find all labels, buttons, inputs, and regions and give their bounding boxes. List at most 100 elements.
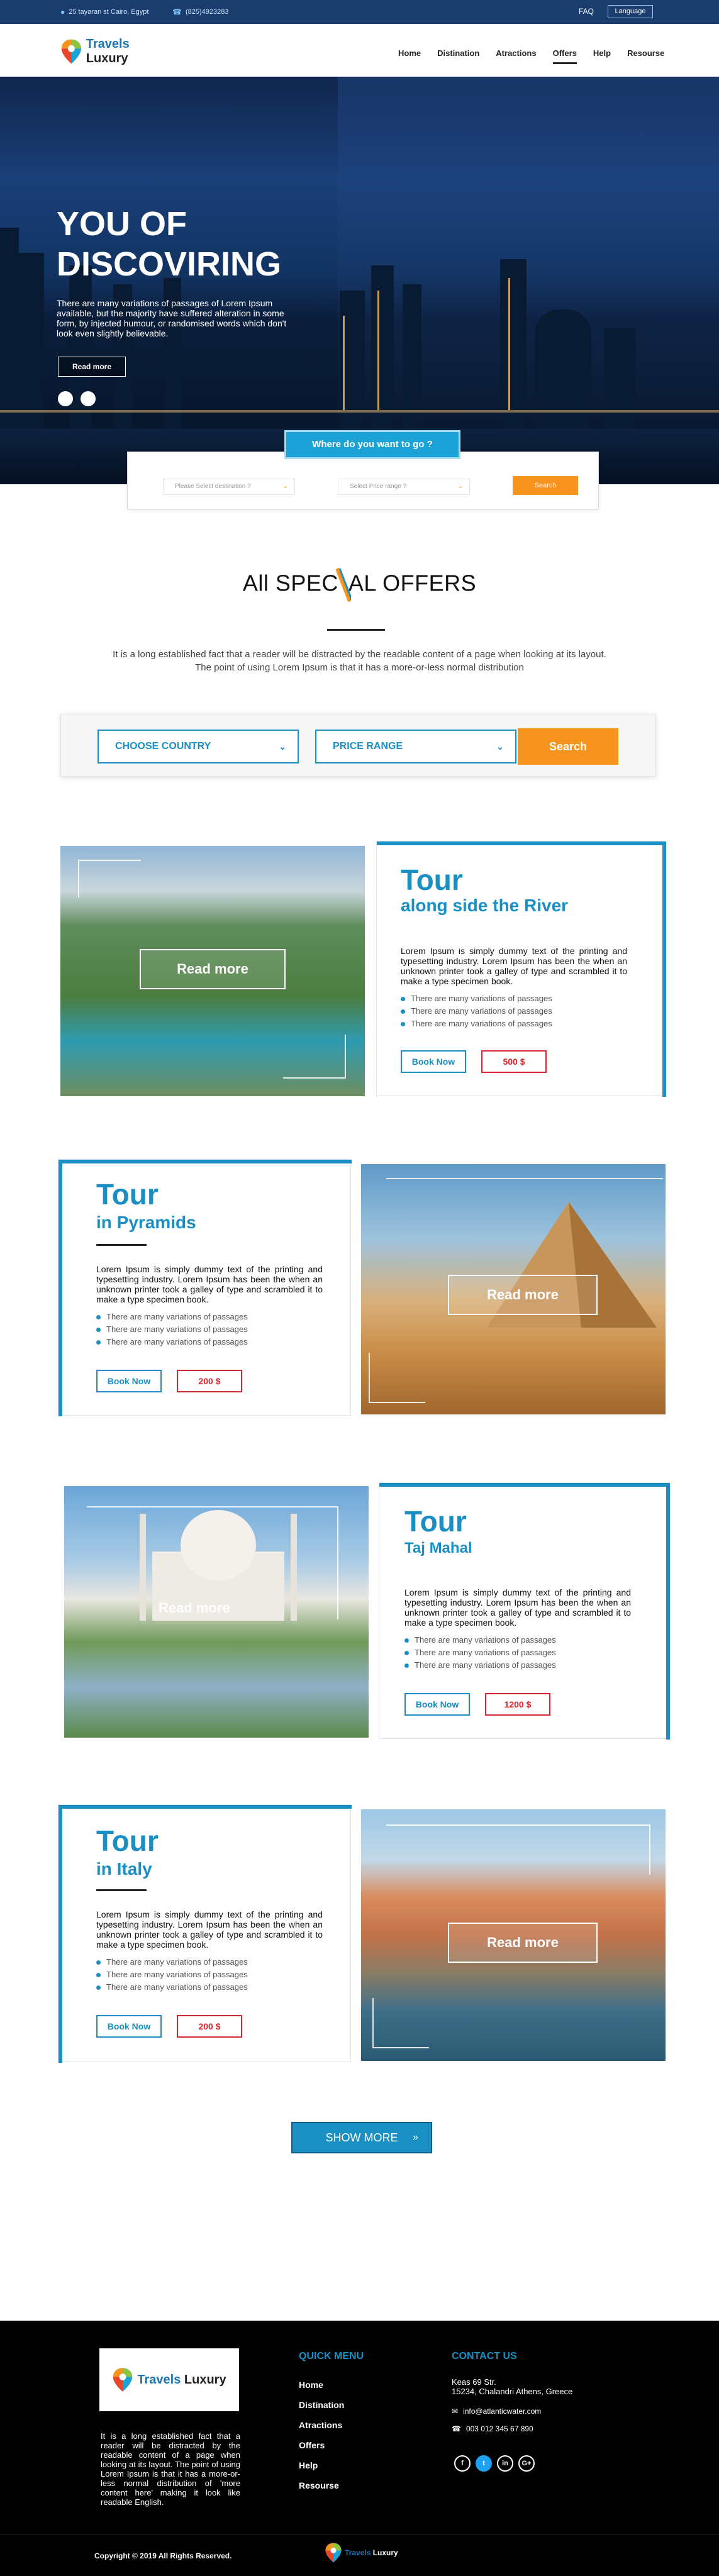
faq-link[interactable]: FAQ [579, 7, 594, 16]
logo-pin-icon [61, 39, 81, 64]
footer-logo[interactable]: Travels Luxury [99, 2348, 239, 2411]
quick-menu-list: Home Distination Atractions Offers Help … [299, 2380, 344, 2501]
nav-item-atractions[interactable]: Atractions [488, 48, 544, 63]
footer-link-help[interactable]: Help [299, 2460, 344, 2480]
chevron-down-icon: ⌄ [457, 483, 463, 490]
footer-divider [0, 2534, 719, 2535]
price-badge: 200 $ [177, 2015, 242, 2038]
tour-description: Lorem Ipsum is simply dummy text of the … [96, 1909, 323, 1950]
nav-menu: Home Distination Atractions Offers Help … [390, 48, 672, 64]
tour-pyramids-image[interactable]: Read more [361, 1164, 666, 1414]
tour-bullet-list: There are many variations of passages Th… [96, 1956, 248, 1994]
tour-subtitle: in Pyramids [96, 1213, 196, 1232]
phone-item: ☎ (825)4923283 [172, 8, 228, 16]
twitter-icon[interactable]: t [476, 2455, 492, 2472]
logo-pin-icon [113, 2368, 133, 2392]
linkedin-icon[interactable]: in [497, 2455, 513, 2472]
list-item: There are many variations of passages [96, 1981, 248, 1994]
tour-description: Lorem Ipsum is simply dummy text of the … [96, 1264, 323, 1304]
tour-read-more-button[interactable]: Read more [140, 949, 286, 989]
destination-select[interactable]: Please Select destination ? ⌄ [163, 479, 295, 495]
tour-card-taj-mahal: Tour Taj Mahal Lorem Ipsum is simply dum… [379, 1482, 670, 1740]
show-more-button[interactable]: SHOW MORE » [291, 2122, 432, 2153]
contact-heading: CONTACT US [452, 2351, 517, 2362]
nav-item-offers[interactable]: Offers [545, 48, 585, 64]
address-item: ● 25 tayaran st Cairo, Egypt [60, 8, 148, 16]
offers-filter-bar: CHOOSE COUNTRY ⌄ PRICE RANGE ⌄ Search [60, 714, 656, 777]
price-range-select[interactable]: PRICE RANGE ⌄ [315, 730, 516, 763]
list-item: There are many variations of passages [96, 1336, 248, 1348]
footer-link-home[interactable]: Home [299, 2380, 344, 2400]
tour-taj-mahal-image[interactable]: Read more [64, 1486, 369, 1738]
nav-item-help[interactable]: Help [585, 48, 619, 63]
footer-link-distination[interactable]: Distination [299, 2400, 344, 2420]
list-item: There are many variations of passages [96, 1323, 248, 1336]
price-range-select[interactable]: Select Price range ? ⌄ [338, 479, 470, 495]
location-pin-icon: ● [60, 8, 65, 16]
double-chevron-down-icon: » [413, 2132, 418, 2143]
choose-country-select[interactable]: CHOOSE COUNTRY ⌄ [98, 730, 299, 763]
list-item: There are many variations of passages [96, 1968, 248, 1981]
slider-dot-1[interactable] [58, 391, 73, 406]
list-item: There are many variations of passages [401, 992, 552, 1005]
list-item: There are many variations of passages [401, 1018, 552, 1030]
price-badge: 1200 $ [485, 1693, 550, 1716]
hero-title: YOU OF DISCOVIRING [57, 205, 282, 283]
tour-description: Lorem Ipsum is simply dummy text of the … [401, 946, 627, 986]
tour-read-more-button[interactable]: Read more [448, 1923, 598, 1963]
hero-read-more-button[interactable]: Read more [58, 357, 126, 377]
offers-description: It is a long established fact that a rea… [113, 649, 606, 673]
slider-dot-2[interactable] [81, 391, 96, 406]
facebook-icon[interactable]: f [454, 2455, 471, 2472]
footer-about-text: It is a long established fact that a rea… [101, 2431, 240, 2507]
phone-icon: ☎ [172, 8, 182, 16]
nav-item-home[interactable]: Home [390, 48, 429, 63]
book-now-button[interactable]: Book Now [404, 1693, 470, 1716]
quick-menu-heading: QUICK MENU [299, 2351, 364, 2362]
tour-title: Tour [404, 1505, 467, 1538]
hero-text: There are many variations of passages of… [57, 298, 287, 338]
filter-search-button[interactable]: Search [518, 728, 618, 765]
footer-link-offers[interactable]: Offers [299, 2440, 344, 2460]
list-item: There are many variations of passages [96, 1311, 248, 1323]
footer-link-atractions[interactable]: Atractions [299, 2420, 344, 2440]
list-item: There are many variations of passages [404, 1659, 556, 1672]
list-item: There are many variations of passages [96, 1956, 248, 1968]
tour-bullet-list: There are many variations of passages Th… [404, 1634, 556, 1672]
tour-italy-image[interactable]: Read more [361, 1809, 666, 2061]
mail-icon: ✉ [452, 2406, 459, 2416]
book-now-button[interactable]: Book Now [401, 1050, 466, 1073]
contact-phone: 003 012 345 67 890 [465, 2424, 533, 2433]
book-now-button[interactable]: Book Now [96, 2015, 162, 2038]
chevron-down-icon: ⌄ [279, 741, 286, 752]
book-now-button[interactable]: Book Now [96, 1370, 162, 1392]
contact-email[interactable]: info@atlanticwater.com [463, 2407, 541, 2416]
site-logo[interactable]: Travels Luxury [60, 33, 167, 70]
logo-pin-icon [325, 2543, 342, 2563]
phone-icon: ☎ [452, 2424, 461, 2433]
top-bar: ● 25 tayaran st Cairo, Egypt ☎ (825)4923… [0, 0, 719, 24]
list-item: There are many variations of passages [401, 1005, 552, 1018]
tour-subtitle: Taj Mahal [404, 1540, 472, 1557]
quick-search-button[interactable]: Search [513, 476, 578, 495]
tour-river-image[interactable]: Read more [60, 846, 365, 1096]
chevron-down-icon: ⌄ [282, 483, 288, 490]
tour-card-italy: Tour in Italy Lorem Ipsum is simply dumm… [58, 1804, 352, 2063]
hero-overlay-panel [338, 77, 719, 484]
price-badge: 500 $ [481, 1050, 547, 1073]
list-item: There are many variations of passages [404, 1646, 556, 1659]
price-badge: 200 $ [177, 1370, 242, 1392]
tour-title: Tour [96, 1178, 159, 1211]
tour-description: Lorem Ipsum is simply dummy text of the … [404, 1587, 631, 1628]
brand-name: Travels Luxury [86, 37, 130, 65]
tour-bullet-list: There are many variations of passages Th… [401, 992, 552, 1030]
topbar-address: 25 tayaran st Cairo, Egypt [69, 8, 149, 16]
language-button[interactable]: Language [608, 5, 653, 18]
footer-link-resourse[interactable]: Resourse [299, 2480, 344, 2501]
nav-item-distination[interactable]: Distination [429, 48, 488, 63]
site-footer: Travels Luxury It is a long established … [0, 2321, 719, 2576]
google-plus-icon[interactable]: G+ [518, 2455, 535, 2472]
tour-subtitle: in Italy [96, 1859, 152, 1879]
tour-read-more-button[interactable]: Read more [448, 1275, 598, 1315]
nav-item-resourse[interactable]: Resourse [619, 48, 672, 63]
